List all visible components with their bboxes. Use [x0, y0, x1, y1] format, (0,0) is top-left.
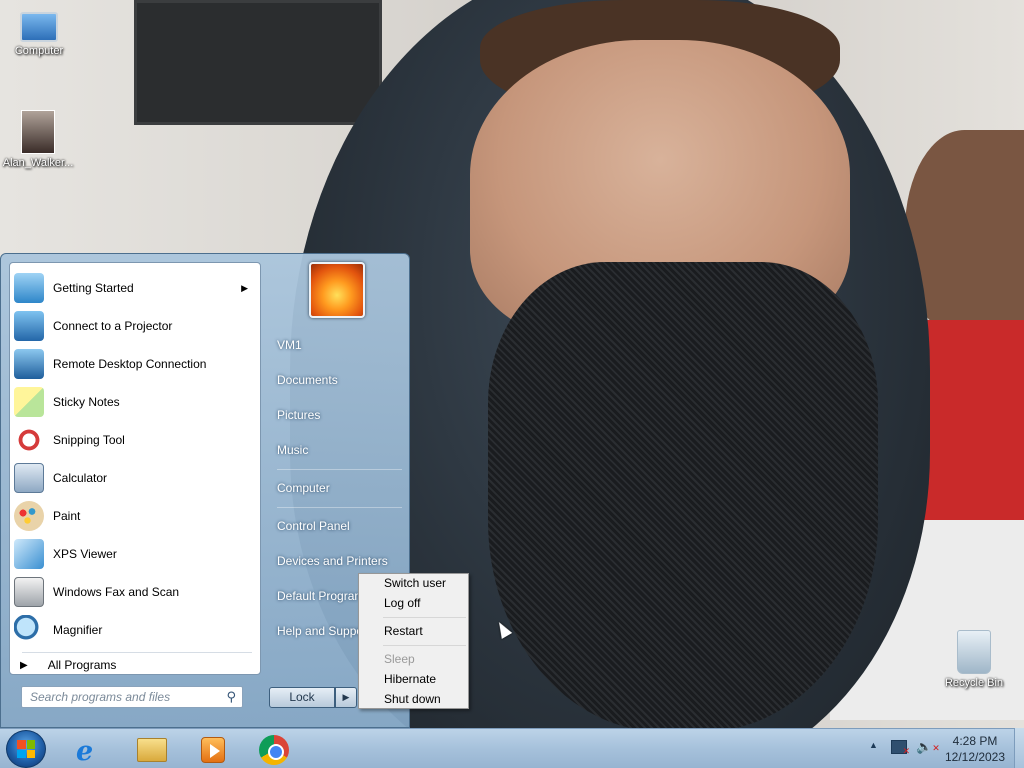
program-snipping-tool[interactable]: Snipping Tool: [10, 421, 260, 459]
triangle-right-icon: ▶: [20, 659, 28, 671]
program-label: Connect to a Projector: [53, 319, 173, 333]
desktop-icon-label: Computer: [14, 45, 64, 57]
search-icon[interactable]: ⚲: [226, 689, 236, 705]
start-menu: Getting Started ▶ Connect to a Projector…: [0, 253, 410, 728]
user-picture-avatar[interactable]: [309, 262, 365, 318]
wallpaper-tv: [134, 0, 382, 125]
program-label: Calculator: [53, 471, 108, 485]
program-sticky-notes[interactable]: Sticky Notes: [10, 383, 260, 421]
desktop-icon-label: Alan_Walker...: [2, 157, 74, 169]
wallpaper-mask: [488, 262, 878, 728]
program-magnifier[interactable]: Magnifier: [10, 611, 260, 649]
search-input[interactable]: Search programs and files ⚲: [21, 686, 243, 708]
calculator-icon: [14, 463, 44, 493]
windows-logo-icon: [17, 740, 35, 758]
menu-item-hibernate[interactable]: Hibernate: [384, 672, 436, 686]
link-devices-printers[interactable]: Devices and Printers: [277, 554, 388, 568]
desktop-icon-label: Recycle Bin: [944, 677, 1004, 689]
internet-explorer-icon: e: [76, 736, 94, 767]
program-label: Snipping Tool: [53, 433, 125, 447]
clock-time: 4:28 PM: [952, 734, 998, 748]
menu-item-sleep: Sleep: [384, 652, 415, 666]
recycle-bin-icon: [957, 630, 991, 674]
desktop-icon-alan-walker[interactable]: Alan_Walker...: [0, 110, 76, 169]
programs-pane: Getting Started ▶ Connect to a Projector…: [9, 262, 261, 675]
separator: [277, 469, 402, 470]
menu-item-restart[interactable]: Restart: [384, 624, 423, 638]
program-label: Windows Fax and Scan: [53, 585, 180, 599]
program-label: XPS Viewer: [53, 547, 117, 561]
program-list: Getting Started ▶ Connect to a Projector…: [10, 263, 260, 649]
link-control-panel[interactable]: Control Panel: [277, 519, 350, 533]
program-remote-desktop[interactable]: Remote Desktop Connection: [10, 345, 260, 383]
link-default-programs[interactable]: Default Program: [277, 589, 364, 603]
magnifier-icon: [14, 615, 44, 645]
desktop-icon-recycle-bin[interactable]: Recycle Bin: [936, 630, 1012, 689]
media-player-icon: [201, 737, 225, 763]
paint-palette-icon: [14, 501, 44, 531]
computer-icon: [20, 12, 58, 42]
link-pictures[interactable]: Pictures: [277, 408, 320, 422]
desktop-icon-computer[interactable]: Computer: [1, 8, 77, 57]
power-options-menu: Switch user Log off Restart Sleep Hibern…: [358, 573, 469, 709]
link-help-support[interactable]: Help and Suppo: [277, 624, 363, 638]
remote-desktop-icon: [14, 349, 44, 379]
folder-icon: [137, 738, 167, 762]
lock-button[interactable]: Lock: [269, 687, 335, 708]
taskbar-windows-explorer[interactable]: [125, 731, 175, 767]
taskbar-internet-explorer[interactable]: e: [64, 731, 114, 767]
separator: [277, 507, 402, 508]
network-disconnected-icon[interactable]: [891, 740, 910, 757]
volume-muted-icon[interactable]: 🔈✕: [916, 739, 940, 755]
menu-separator: [383, 617, 466, 618]
program-label: Getting Started: [53, 281, 134, 295]
program-paint[interactable]: Paint: [10, 497, 260, 535]
link-computer[interactable]: Computer: [277, 481, 330, 495]
taskbar-chrome[interactable]: [248, 731, 298, 767]
menu-item-shut-down[interactable]: Shut down: [384, 692, 441, 706]
program-getting-started[interactable]: Getting Started ▶: [10, 269, 260, 307]
search-placeholder: Search programs and files: [30, 690, 171, 704]
program-xps-viewer[interactable]: XPS Viewer: [10, 535, 260, 573]
link-music[interactable]: Music: [277, 443, 308, 457]
program-label: Magnifier: [53, 623, 103, 637]
all-programs-label: All Programs: [47, 658, 117, 672]
chrome-icon: [259, 735, 289, 765]
sticky-notes-icon: [14, 387, 44, 417]
getting-started-icon: [14, 273, 44, 303]
program-calculator[interactable]: Calculator: [10, 459, 260, 497]
image-file-icon: [21, 110, 55, 154]
program-label: Paint: [53, 509, 81, 523]
show-desktop-button[interactable]: [1014, 728, 1024, 768]
fax-icon: [14, 577, 44, 607]
program-fax-scan[interactable]: Windows Fax and Scan: [10, 573, 260, 611]
show-hidden-icons-chevron-icon[interactable]: ▲: [869, 740, 878, 750]
program-label: Remote Desktop Connection: [53, 357, 207, 371]
separator: [22, 652, 252, 653]
start-button[interactable]: [6, 730, 46, 768]
projector-icon: [14, 311, 44, 341]
taskbar-clock[interactable]: 4:28 PM 12/12/2023: [940, 733, 1010, 765]
link-user-folder[interactable]: VM1: [277, 338, 302, 352]
program-label: Sticky Notes: [53, 395, 120, 409]
all-programs-button[interactable]: ▶ All Programs: [20, 658, 116, 672]
program-connect-projector[interactable]: Connect to a Projector: [10, 307, 260, 345]
link-documents[interactable]: Documents: [277, 373, 338, 387]
scissors-icon: [14, 425, 44, 455]
submenu-arrow-icon: ▶: [241, 282, 248, 293]
taskbar-media-player[interactable]: [186, 731, 236, 767]
xps-viewer-icon: [14, 539, 44, 569]
clock-date: 12/12/2023: [944, 750, 1006, 764]
menu-separator: [383, 645, 466, 646]
menu-item-log-off[interactable]: Log off: [384, 596, 420, 610]
menu-item-switch-user[interactable]: Switch user: [384, 576, 446, 590]
power-options-arrow-button[interactable]: ▶: [335, 687, 357, 708]
